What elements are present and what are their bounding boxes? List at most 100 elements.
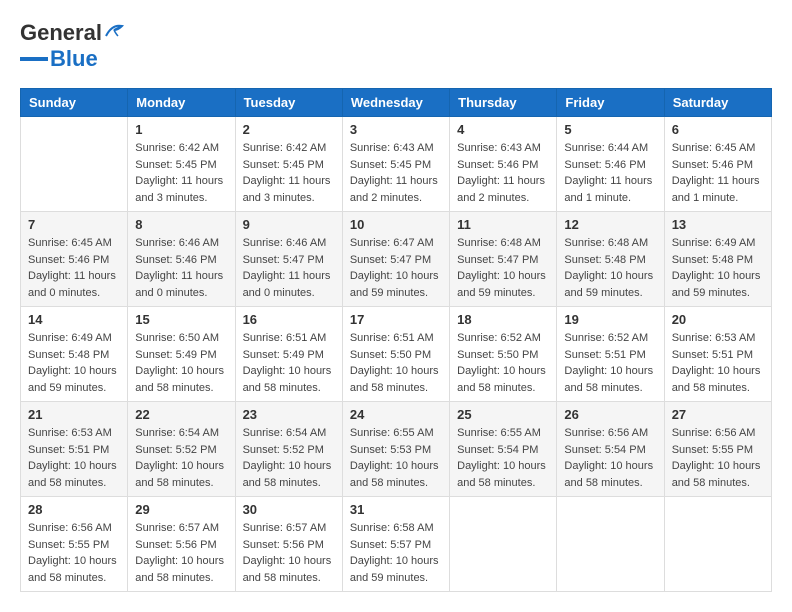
day-number: 20 — [672, 312, 764, 327]
day-number: 17 — [350, 312, 442, 327]
cell-info: Sunrise: 6:50 AMSunset: 5:49 PMDaylight:… — [135, 330, 227, 396]
calendar-cell: 18 Sunrise: 6:52 AMSunset: 5:50 PMDayligh… — [450, 307, 557, 402]
day-number: 1 — [135, 122, 227, 137]
day-number: 2 — [243, 122, 335, 137]
calendar-cell: 9 Sunrise: 6:46 AMSunset: 5:47 PMDaylight… — [235, 212, 342, 307]
cell-info: Sunrise: 6:49 AMSunset: 5:48 PMDaylight:… — [28, 330, 120, 396]
cell-info: Sunrise: 6:49 AMSunset: 5:48 PMDaylight:… — [672, 235, 764, 301]
calendar-cell: 16 Sunrise: 6:51 AMSunset: 5:49 PMDayligh… — [235, 307, 342, 402]
calendar-cell: 14 Sunrise: 6:49 AMSunset: 5:48 PMDayligh… — [21, 307, 128, 402]
calendar-week-3: 21 Sunrise: 6:53 AMSunset: 5:51 PMDayligh… — [21, 402, 772, 497]
logo: General Blue — [20, 20, 126, 72]
cell-info: Sunrise: 6:52 AMSunset: 5:51 PMDaylight:… — [564, 330, 656, 396]
day-number: 23 — [243, 407, 335, 422]
cell-info: Sunrise: 6:43 AMSunset: 5:46 PMDaylight:… — [457, 140, 549, 206]
cell-info: Sunrise: 6:55 AMSunset: 5:54 PMDaylight:… — [457, 425, 549, 491]
logo-general-text: General — [20, 20, 102, 46]
cell-info: Sunrise: 6:45 AMSunset: 5:46 PMDaylight:… — [28, 235, 120, 301]
cell-info: Sunrise: 6:56 AMSunset: 5:55 PMDaylight:… — [28, 520, 120, 586]
calendar-cell: 28 Sunrise: 6:56 AMSunset: 5:55 PMDayligh… — [21, 497, 128, 592]
cell-info: Sunrise: 6:51 AMSunset: 5:50 PMDaylight:… — [350, 330, 442, 396]
day-number: 29 — [135, 502, 227, 517]
day-number: 11 — [457, 217, 549, 232]
cell-info: Sunrise: 6:48 AMSunset: 5:48 PMDaylight:… — [564, 235, 656, 301]
day-number: 22 — [135, 407, 227, 422]
calendar-cell: 8 Sunrise: 6:46 AMSunset: 5:46 PMDaylight… — [128, 212, 235, 307]
calendar-cell: 6Sunrise: 6:45 AMSunset: 5:46 PMDaylight… — [664, 117, 771, 212]
day-number: 26 — [564, 407, 656, 422]
calendar-table: SundayMondayTuesdayWednesdayThursdayFrid… — [20, 88, 772, 592]
cell-info: Sunrise: 6:42 AMSunset: 5:45 PMDaylight:… — [135, 140, 227, 206]
cell-info: Sunrise: 6:53 AMSunset: 5:51 PMDaylight:… — [28, 425, 120, 491]
cell-info: Sunrise: 6:46 AMSunset: 5:47 PMDaylight:… — [243, 235, 335, 301]
calendar-header-row: SundayMondayTuesdayWednesdayThursdayFrid… — [21, 89, 772, 117]
cell-info: Sunrise: 6:58 AMSunset: 5:57 PMDaylight:… — [350, 520, 442, 586]
cell-info: Sunrise: 6:48 AMSunset: 5:47 PMDaylight:… — [457, 235, 549, 301]
calendar-cell — [450, 497, 557, 592]
day-number: 21 — [28, 407, 120, 422]
col-header-friday: Friday — [557, 89, 664, 117]
calendar-cell: 1 Sunrise: 6:42 AMSunset: 5:45 PMDaylight… — [128, 117, 235, 212]
calendar-cell: 31 Sunrise: 6:58 AMSunset: 5:57 PMDayligh… — [342, 497, 449, 592]
cell-info: Sunrise: 6:42 AMSunset: 5:45 PMDaylight:… — [243, 140, 335, 206]
day-number: 28 — [28, 502, 120, 517]
col-header-saturday: Saturday — [664, 89, 771, 117]
col-header-sunday: Sunday — [21, 89, 128, 117]
calendar-cell: 4 Sunrise: 6:43 AMSunset: 5:46 PMDaylight… — [450, 117, 557, 212]
calendar-cell: 30 Sunrise: 6:57 AMSunset: 5:56 PMDayligh… — [235, 497, 342, 592]
logo-bird-icon — [104, 22, 126, 40]
cell-info: Sunrise: 6:56 AMSunset: 5:54 PMDaylight:… — [564, 425, 656, 491]
day-number: 24 — [350, 407, 442, 422]
day-number: 16 — [243, 312, 335, 327]
day-number: 9 — [243, 217, 335, 232]
calendar-cell: 2 Sunrise: 6:42 AMSunset: 5:45 PMDaylight… — [235, 117, 342, 212]
day-number: 4 — [457, 122, 549, 137]
cell-info: Sunrise: 6:47 AMSunset: 5:47 PMDaylight:… — [350, 235, 442, 301]
cell-info: Sunrise: 6:46 AMSunset: 5:46 PMDaylight:… — [135, 235, 227, 301]
calendar-week-0: 1 Sunrise: 6:42 AMSunset: 5:45 PMDaylight… — [21, 117, 772, 212]
logo-blue-text: Blue — [50, 46, 98, 72]
day-number: 19 — [564, 312, 656, 327]
cell-info: Sunrise: 6:44 AMSunset: 5:46 PMDaylight:… — [564, 140, 656, 206]
calendar-cell: 24Sunrise: 6:55 AMSunset: 5:53 PMDayligh… — [342, 402, 449, 497]
page-header: General Blue — [20, 20, 772, 72]
cell-info: Sunrise: 6:45 AMSunset: 5:46 PMDaylight:… — [672, 140, 764, 206]
cell-info: Sunrise: 6:54 AMSunset: 5:52 PMDaylight:… — [135, 425, 227, 491]
day-number: 31 — [350, 502, 442, 517]
calendar-cell: 23 Sunrise: 6:54 AMSunset: 5:52 PMDayligh… — [235, 402, 342, 497]
calendar-cell: 17 Sunrise: 6:51 AMSunset: 5:50 PMDayligh… — [342, 307, 449, 402]
day-number: 8 — [135, 217, 227, 232]
day-number: 14 — [28, 312, 120, 327]
calendar-cell — [664, 497, 771, 592]
col-header-thursday: Thursday — [450, 89, 557, 117]
cell-info: Sunrise: 6:51 AMSunset: 5:49 PMDaylight:… — [243, 330, 335, 396]
cell-info: Sunrise: 6:52 AMSunset: 5:50 PMDaylight:… — [457, 330, 549, 396]
day-number: 5 — [564, 122, 656, 137]
calendar-cell: 20 Sunrise: 6:53 AMSunset: 5:51 PMDayligh… — [664, 307, 771, 402]
calendar-cell: 15 Sunrise: 6:50 AMSunset: 5:49 PMDayligh… — [128, 307, 235, 402]
cell-info: Sunrise: 6:53 AMSunset: 5:51 PMDaylight:… — [672, 330, 764, 396]
day-number: 13 — [672, 217, 764, 232]
day-number: 18 — [457, 312, 549, 327]
day-number: 15 — [135, 312, 227, 327]
calendar-cell: 19 Sunrise: 6:52 AMSunset: 5:51 PMDayligh… — [557, 307, 664, 402]
day-number: 10 — [350, 217, 442, 232]
cell-info: Sunrise: 6:57 AMSunset: 5:56 PMDaylight:… — [243, 520, 335, 586]
col-header-wednesday: Wednesday — [342, 89, 449, 117]
cell-info: Sunrise: 6:57 AMSunset: 5:56 PMDaylight:… — [135, 520, 227, 586]
day-number: 25 — [457, 407, 549, 422]
calendar-cell: 25 Sunrise: 6:55 AMSunset: 5:54 PMDayligh… — [450, 402, 557, 497]
day-number: 30 — [243, 502, 335, 517]
day-number: 3 — [350, 122, 442, 137]
calendar-cell: 5 Sunrise: 6:44 AMSunset: 5:46 PMDaylight… — [557, 117, 664, 212]
calendar-cell: 26 Sunrise: 6:56 AMSunset: 5:54 PMDayligh… — [557, 402, 664, 497]
col-header-tuesday: Tuesday — [235, 89, 342, 117]
calendar-cell — [557, 497, 664, 592]
cell-info: Sunrise: 6:54 AMSunset: 5:52 PMDaylight:… — [243, 425, 335, 491]
calendar-cell: 7Sunrise: 6:45 AMSunset: 5:46 PMDaylight… — [21, 212, 128, 307]
calendar-week-2: 14 Sunrise: 6:49 AMSunset: 5:48 PMDayligh… — [21, 307, 772, 402]
day-number: 12 — [564, 217, 656, 232]
cell-info: Sunrise: 6:56 AMSunset: 5:55 PMDaylight:… — [672, 425, 764, 491]
calendar-cell: 13 Sunrise: 6:49 AMSunset: 5:48 PMDayligh… — [664, 212, 771, 307]
calendar-cell: 3Sunrise: 6:43 AMSunset: 5:45 PMDaylight… — [342, 117, 449, 212]
